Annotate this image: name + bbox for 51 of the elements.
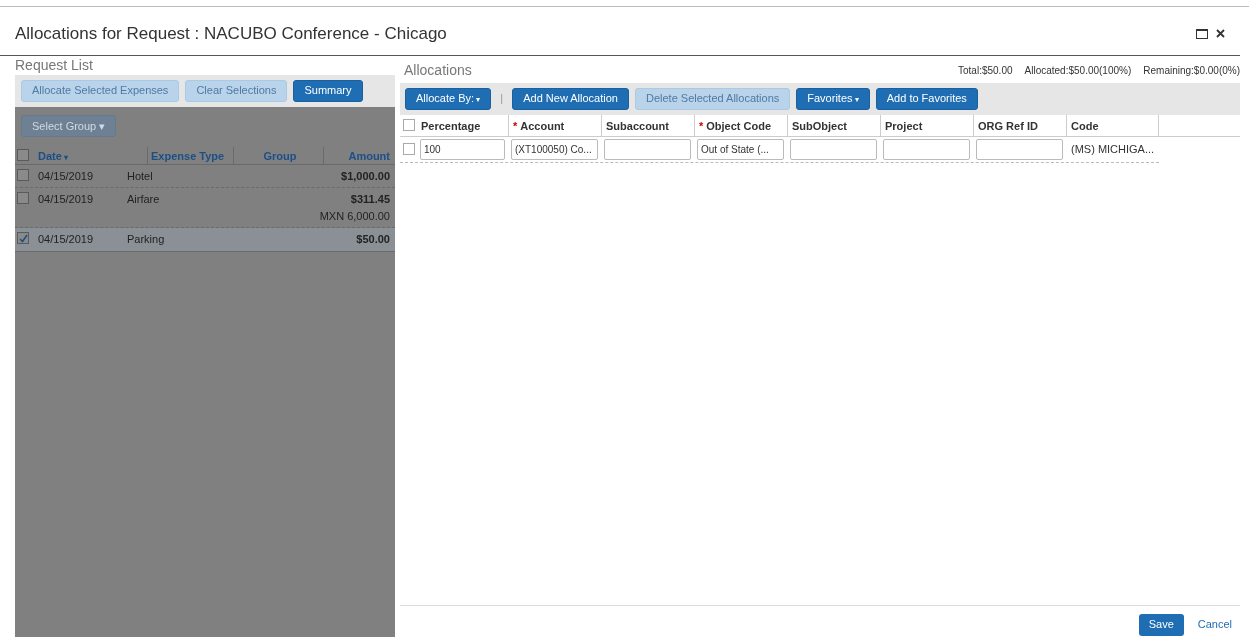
amount-text: $1,000.00 bbox=[341, 168, 390, 184]
maximize-icon[interactable] bbox=[1196, 28, 1208, 39]
toolbar-button[interactable]: Summary bbox=[293, 79, 363, 102]
required-mark: * bbox=[699, 119, 704, 132]
summary-text: Remaining:$0.00(0%) bbox=[1143, 63, 1240, 78]
close-icon[interactable] bbox=[1216, 29, 1225, 39]
check-icon bbox=[18, 233, 28, 243]
table-cell-text: Airfare bbox=[126, 192, 161, 208]
input-field[interactable] bbox=[790, 138, 877, 160]
checkbox[interactable] bbox=[17, 149, 29, 162]
window-title: Allocations for Request : NACUBO Conference - Chicago bbox=[15, 23, 447, 45]
summary-text: Allocated:$50.00(100%) bbox=[1024, 63, 1132, 78]
amount-text: MXN 6,000.00 bbox=[319, 208, 390, 224]
column-label: Percentage bbox=[421, 119, 481, 132]
toolbar-button[interactable]: Add to Favorites bbox=[875, 87, 978, 110]
required-mark: * bbox=[513, 119, 518, 132]
column-label: ORG Ref ID bbox=[978, 119, 1038, 132]
table-cell-text: 04/15/2019 bbox=[37, 192, 95, 208]
panel-title: Request List bbox=[15, 55, 94, 75]
input-field[interactable] bbox=[883, 138, 970, 160]
cancel-link[interactable]: Cancel bbox=[1197, 616, 1232, 633]
summary-text: Total:$50.00 bbox=[958, 63, 1013, 78]
checkbox[interactable] bbox=[403, 119, 415, 131]
column-label: Account bbox=[520, 119, 565, 132]
amount-text: $311.45 bbox=[350, 192, 390, 208]
checkbox[interactable] bbox=[17, 232, 29, 245]
save-button[interactable]: Save bbox=[1138, 613, 1184, 636]
input-field[interactable]: Out of State (... bbox=[697, 138, 784, 160]
checkbox[interactable] bbox=[17, 192, 29, 205]
input-field[interactable]: 100 bbox=[420, 138, 505, 160]
column-label: Subaccount bbox=[606, 119, 669, 132]
table-cell-text: 04/15/2019 bbox=[37, 168, 95, 184]
input-field[interactable] bbox=[604, 138, 691, 160]
checkbox[interactable] bbox=[17, 168, 29, 181]
toolbar-button[interactable]: Add New Allocation bbox=[512, 87, 629, 110]
toolbar-button[interactable]: Favorites ▾ bbox=[796, 87, 870, 110]
input-field[interactable]: (XT100050) Co... bbox=[511, 138, 598, 160]
table-cell-text: (MS) MICHIGA... bbox=[1070, 142, 1155, 155]
table-cell-text: Parking bbox=[126, 232, 166, 248]
checkbox[interactable] bbox=[403, 143, 415, 155]
column-label: SubObject bbox=[792, 119, 847, 132]
table-cell-text: 04/15/2019 bbox=[37, 232, 95, 248]
input-field[interactable] bbox=[976, 138, 1063, 160]
table-cell-text: Hotel bbox=[126, 168, 154, 184]
amount-text: $50.00 bbox=[356, 232, 390, 248]
column-label: Project bbox=[885, 119, 923, 132]
panel-title: Allocations bbox=[404, 60, 472, 80]
column-label: Object Code bbox=[706, 119, 772, 132]
separator: | bbox=[499, 91, 505, 107]
column-label: Code bbox=[1071, 119, 1099, 132]
toolbar-button[interactable]: Allocate By: ▾ bbox=[405, 87, 492, 110]
